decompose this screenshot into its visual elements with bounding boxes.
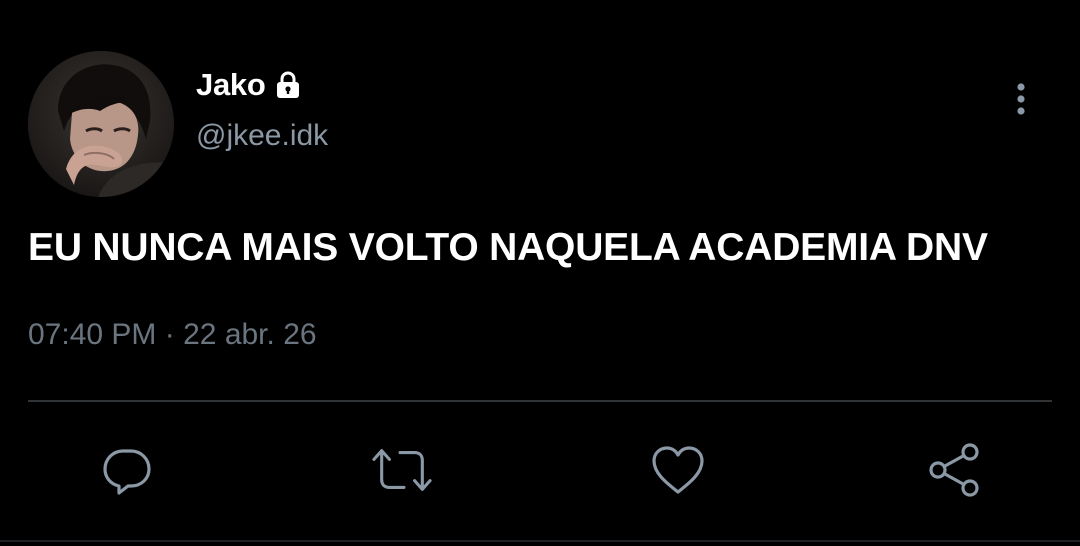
reply-icon <box>103 449 151 495</box>
display-name[interactable]: Jako <box>196 67 266 103</box>
like-button[interactable] <box>648 440 708 500</box>
meta-separator: · <box>164 318 175 351</box>
heart-icon <box>652 446 704 494</box>
tweet-time: 07:40 PM <box>28 318 157 351</box>
avatar-photo <box>28 51 174 197</box>
bottom-divider <box>0 540 1080 542</box>
retweet-icon <box>372 449 432 491</box>
tweet-text: EU NUNCA MAIS VOLTO NAQUELA ACADEMIA DNV <box>28 226 988 269</box>
more-options-button[interactable] <box>1000 76 1042 122</box>
avatar[interactable] <box>28 51 174 197</box>
name-row: Jako <box>196 66 303 104</box>
retweet-button[interactable] <box>372 440 432 500</box>
tweet-meta: 07:40 PM · 22 abr. 26 <box>28 318 317 352</box>
tweet-date: 22 abr. 26 <box>183 318 317 351</box>
reply-button[interactable] <box>97 440 157 500</box>
share-icon <box>929 443 979 497</box>
divider <box>28 400 1052 402</box>
more-vertical-icon <box>1017 83 1025 115</box>
share-button[interactable] <box>924 440 984 500</box>
lock-icon <box>273 70 303 100</box>
user-handle[interactable]: @jkee.idk <box>196 119 328 153</box>
